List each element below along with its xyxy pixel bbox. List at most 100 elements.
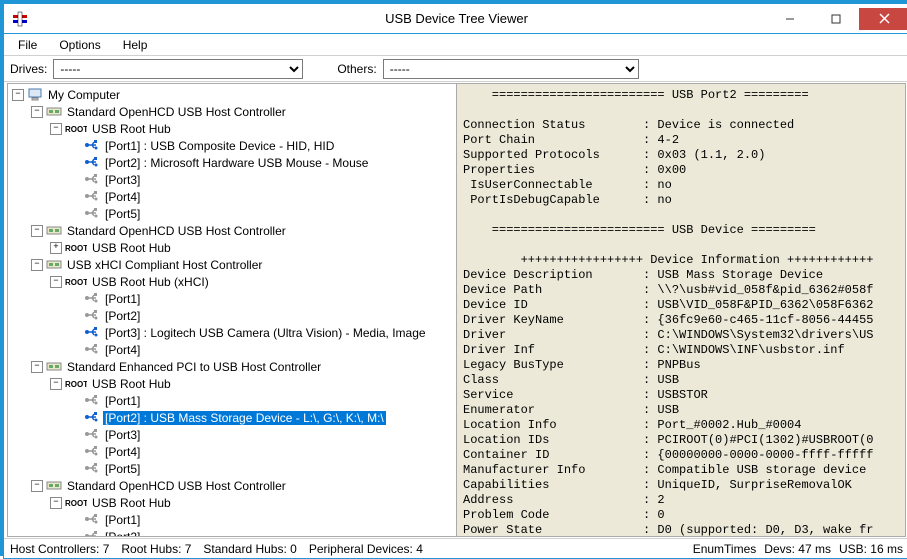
tree-node-label: [Port4] xyxy=(103,190,142,204)
tree-expander-icon[interactable]: − xyxy=(50,497,62,509)
tree-node-label: USB Root Hub (xHCI) xyxy=(90,275,211,289)
close-button[interactable] xyxy=(859,8,907,30)
status-usb: USB: 16 ms xyxy=(839,542,903,556)
tree-node[interactable]: −USB xHCI Compliant Host Controller xyxy=(8,256,456,273)
tree-node[interactable]: [Port2] : USB Mass Storage Device - L:\,… xyxy=(8,409,456,426)
usb-gray-icon xyxy=(84,190,100,203)
drives-label: Drives: xyxy=(10,62,47,76)
tree-node-label: [Port5] xyxy=(103,207,142,221)
tree-expander-icon[interactable]: − xyxy=(31,225,43,237)
tree-node-label: [Port2] : Microsoft Hardware USB Mouse -… xyxy=(103,156,370,170)
title-bar[interactable]: USB Device Tree Viewer xyxy=(4,4,907,34)
roothub-icon: ROOT xyxy=(65,377,87,390)
host-icon xyxy=(46,258,62,271)
tree-node-label: [Port2] xyxy=(103,309,142,323)
tree-node-label: Standard OpenHCD USB Host Controller xyxy=(65,105,288,119)
roothub-icon: ROOT xyxy=(65,496,87,509)
tree-node[interactable]: [Port5] xyxy=(8,205,456,222)
tree-node-label: [Port3] xyxy=(103,173,142,187)
detail-pane[interactable]: ======================== USB Port2 =====… xyxy=(457,84,905,536)
svg-text:ROOT: ROOT xyxy=(65,278,87,287)
usb-gray-icon xyxy=(84,513,100,526)
others-select[interactable]: ----- xyxy=(383,59,639,79)
tree-node[interactable]: [Port4] xyxy=(8,188,456,205)
tree-node-label: [Port3] xyxy=(103,428,142,442)
tree-expander-icon[interactable]: − xyxy=(50,378,62,390)
tree-node-label: [Port3] : Logitech USB Camera (Ultra Vis… xyxy=(103,326,428,340)
usb-gray-icon xyxy=(84,207,100,220)
tree-node[interactable]: [Port1] xyxy=(8,290,456,307)
tree-node[interactable]: +ROOTUSB Root Hub xyxy=(8,239,456,256)
host-icon xyxy=(46,105,62,118)
tree-node[interactable]: [Port1] : USB Composite Device - HID, HI… xyxy=(8,137,456,154)
tree-node[interactable]: −ROOTUSB Root Hub xyxy=(8,120,456,137)
tree-expander-icon[interactable]: − xyxy=(50,276,62,288)
usb-gray-icon xyxy=(84,292,100,305)
tree-node-label: [Port4] xyxy=(103,343,142,357)
tree-node[interactable]: [Port3] xyxy=(8,171,456,188)
tree-node[interactable]: [Port4] xyxy=(8,341,456,358)
tree-node[interactable]: −ROOTUSB Root Hub xyxy=(8,375,456,392)
tree-node[interactable]: [Port4] xyxy=(8,443,456,460)
usb-gray-icon xyxy=(84,462,100,475)
tree-node-label: [Port1] xyxy=(103,513,142,527)
tree-node[interactable]: [Port2] xyxy=(8,528,456,536)
tree-node[interactable]: −My Computer xyxy=(8,86,456,103)
svg-text:ROOT: ROOT xyxy=(65,125,87,134)
maximize-button[interactable] xyxy=(813,8,859,30)
tree-node[interactable]: [Port1] xyxy=(8,511,456,528)
status-devs: Devs: 47 ms xyxy=(764,542,831,556)
minimize-button[interactable] xyxy=(767,8,813,30)
tree-node[interactable]: − Standard OpenHCD USB Host Controller xyxy=(8,222,456,239)
tree-node[interactable]: −Standard Enhanced PCI to USB Host Contr… xyxy=(8,358,456,375)
menu-help[interactable]: Help xyxy=(115,36,156,55)
menu-file[interactable]: File xyxy=(10,36,45,55)
status-bar: Host Controllers: 7 Root Hubs: 7 Standar… xyxy=(4,538,907,558)
tree-node[interactable]: [Port3] xyxy=(8,426,456,443)
usb-gray-icon xyxy=(84,394,100,407)
status-enum-times: EnumTimes xyxy=(693,542,757,556)
status-peripheral: Peripheral Devices: 4 xyxy=(309,542,431,556)
tree-expander-icon[interactable]: − xyxy=(31,106,43,118)
tree-expander-icon[interactable]: − xyxy=(31,361,43,373)
usb-blue-icon xyxy=(84,411,100,424)
app-icon xyxy=(12,11,28,27)
tree-node[interactable]: − Standard OpenHCD USB Host Controller xyxy=(8,103,456,120)
svg-text:ROOT: ROOT xyxy=(65,380,87,389)
content-area: −My Computer−Standard OpenHCD USB Host C… xyxy=(7,83,906,537)
tree-expander-icon[interactable]: + xyxy=(50,242,62,254)
tree-node[interactable]: [Port5] xyxy=(8,460,456,477)
tree-node-label: USB Root Hub xyxy=(90,122,173,136)
tree-node[interactable]: −ROOTUSB Root Hub xyxy=(8,494,456,511)
tree-node[interactable]: [Port2] : Microsoft Hardware USB Mouse -… xyxy=(8,154,456,171)
tree-expander-icon[interactable]: − xyxy=(31,480,43,492)
drives-select[interactable]: ----- xyxy=(53,59,303,79)
tree-node[interactable]: − Standard OpenHCD USB Host Controller xyxy=(8,477,456,494)
usb-gray-icon xyxy=(84,530,100,536)
tree-node[interactable]: −ROOTUSB Root Hub (xHCI) xyxy=(8,273,456,290)
usb-gray-icon xyxy=(84,343,100,356)
tree-expander-icon[interactable]: − xyxy=(50,123,62,135)
host-icon xyxy=(46,360,62,373)
app-window: USB Device Tree Viewer File Options Help… xyxy=(3,3,907,559)
device-tree[interactable]: −My Computer−Standard OpenHCD USB Host C… xyxy=(8,84,457,536)
status-standard-hubs: Standard Hubs: 0 xyxy=(203,542,304,556)
status-root-hubs: Root Hubs: 7 xyxy=(121,542,199,556)
status-host-controllers: Host Controllers: 7 xyxy=(10,542,117,556)
usb-gray-icon xyxy=(84,309,100,322)
tree-node-label: Standard OpenHCD USB Host Controller xyxy=(65,479,288,493)
menu-bar: File Options Help xyxy=(4,34,907,56)
tree-node-label: [Port5] xyxy=(103,462,142,476)
host-icon xyxy=(46,224,62,237)
toolbar: Drives: ----- Others: ----- xyxy=(4,56,907,82)
tree-expander-icon[interactable]: − xyxy=(31,259,43,271)
tree-expander-icon[interactable]: − xyxy=(12,89,24,101)
usb-gray-icon xyxy=(84,428,100,441)
tree-node[interactable]: [Port3] : Logitech USB Camera (Ultra Vis… xyxy=(8,324,456,341)
tree-node-label: [Port1] : USB Composite Device - HID, HI… xyxy=(103,139,336,153)
tree-node[interactable]: [Port2] xyxy=(8,307,456,324)
tree-node[interactable]: [Port1] xyxy=(8,392,456,409)
menu-options[interactable]: Options xyxy=(51,36,108,55)
tree-node-label: [Port4] xyxy=(103,445,142,459)
tree-node-label: Standard OpenHCD USB Host Controller xyxy=(65,224,288,238)
